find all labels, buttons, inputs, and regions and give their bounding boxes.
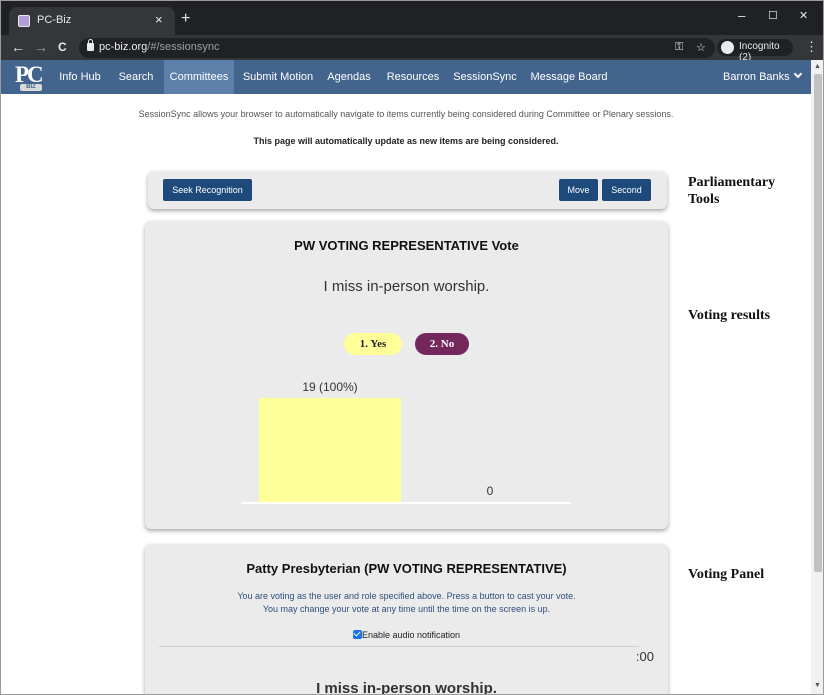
incognito-badge[interactable]: Incognito (2) [717, 39, 793, 63]
url-host: pc-biz.org [99, 41, 148, 53]
user-name: Barron Banks [723, 71, 790, 83]
minimize-icon[interactable]: – [738, 8, 745, 23]
parliamentary-tools-label: Parliamentary Tools [688, 175, 776, 207]
pcbiz-logo[interactable]: PC BIZ [11, 62, 51, 92]
voting-results-label: Voting results [688, 308, 771, 323]
result-bar [259, 398, 401, 502]
vote-results-chart: 19 (100%) 0 [241, 376, 571, 506]
scroll-thumb[interactable] [814, 74, 822, 572]
second-button[interactable]: Second [602, 179, 651, 201]
browser-tab[interactable]: PC-Biz × [9, 7, 175, 35]
voting-panel-label: Voting Panel [688, 567, 765, 582]
voting-results-panel: PW VOTING REPRESENTATIVE Vote I miss in-… [145, 221, 668, 529]
nav-message-board[interactable]: Message Board [529, 60, 609, 94]
audio-checkbox[interactable] [352, 630, 362, 639]
chart-baseline [241, 502, 571, 504]
chevron-down-icon [793, 69, 802, 79]
new-tab-icon[interactable]: + [181, 10, 190, 28]
seek-recognition-button[interactable]: Seek Recognition [163, 179, 252, 201]
voter-name: Patty Presbyterian (PW VOTING REPRESENTA… [246, 561, 567, 576]
favicon-icon [18, 15, 30, 27]
tab-title: PC-Biz [37, 14, 72, 26]
back-icon[interactable]: ← [11, 39, 25, 55]
browser-toolbar: ← → C pc-biz.org/#/sessionsync ⚿ ☆ Incog… [1, 35, 823, 63]
auto-update-notice: This page will automatically update as n… [253, 136, 559, 146]
option-no-badge: 2. No [415, 333, 469, 355]
scroll-up-icon[interactable]: ▲ [814, 63, 821, 70]
url-path: /#/sessionsync [147, 41, 220, 53]
vote-question: I miss in-person worship. [323, 278, 490, 295]
bar-data-label: 19 (100%) [302, 380, 358, 394]
move-button[interactable]: Move [559, 179, 598, 201]
key-icon[interactable]: ⚿ [675, 41, 683, 54]
nav-committees[interactable]: Committees [164, 60, 234, 94]
panel-question: I miss in-person worship. [316, 680, 497, 695]
address-bar[interactable]: pc-biz.org/#/sessionsync ⚿ ☆ [79, 38, 715, 58]
browser-menu-icon[interactable]: ⋮ [805, 39, 818, 55]
audio-notification-toggle[interactable]: Enable audio notification [145, 630, 668, 640]
option-yes-badge: 1. Yes [344, 333, 402, 355]
audio-label: Enable audio notification [361, 630, 461, 640]
user-menu[interactable]: Barron Banks [723, 60, 807, 94]
close-tab-icon[interactable]: × [155, 12, 163, 27]
incognito-icon [721, 41, 734, 54]
nav-resources[interactable]: Resources [384, 60, 442, 94]
nav-submit-motion[interactable]: Submit Motion [239, 60, 317, 94]
vote-title: PW VOTING REPRESENTATIVE Vote [294, 238, 519, 253]
divider [159, 646, 639, 647]
nav-agendas[interactable]: Agendas [323, 60, 375, 94]
bar-data-label: 0 [486, 484, 494, 498]
voting-instructions-1: You are voting as the user and role spec… [237, 591, 576, 601]
lock-icon [87, 39, 94, 51]
site-navbar: PC BIZ Info Hub Search Committees Submit… [1, 60, 811, 94]
vote-timer: :00 [635, 649, 654, 664]
parliamentary-tools-panel: Seek Recognition Move Second [148, 171, 667, 209]
star-icon[interactable]: ☆ [696, 41, 706, 54]
maximize-icon[interactable]: ☐ [768, 9, 778, 22]
tab-strip: PC-Biz × + – ☐ ✕ [1, 1, 823, 35]
browser-window: PC-Biz × + – ☐ ✕ ← → C pc-biz.org/#/sess… [0, 0, 824, 695]
nav-info-hub[interactable]: Info Hub [55, 60, 105, 94]
voting-panel: Patty Presbyterian (PW VOTING REPRESENTA… [145, 544, 668, 695]
logo-subtext: BIZ [20, 84, 42, 91]
nav-search[interactable]: Search [112, 60, 160, 94]
reload-icon[interactable]: C [58, 40, 67, 54]
voting-instructions-2: You may change your vote at any time unt… [262, 604, 551, 614]
forward-icon[interactable]: → [34, 39, 48, 55]
scroll-down-icon[interactable]: ▼ [814, 682, 821, 689]
intro-text: SessionSync allows your browser to autom… [138, 109, 674, 119]
nav-sessionsync[interactable]: SessionSync [451, 60, 519, 94]
page-scrollbar[interactable]: ▲ ▼ [811, 60, 823, 694]
window-close-icon[interactable]: ✕ [799, 9, 808, 22]
